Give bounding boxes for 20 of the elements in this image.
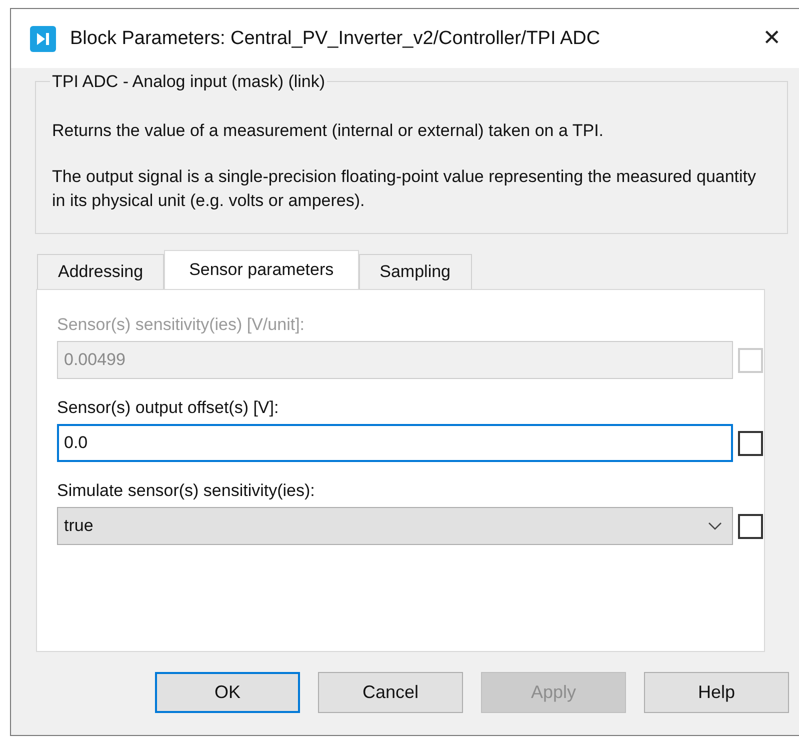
tab[interactable]: Addressing	[37, 254, 164, 289]
chevron-down-icon	[708, 522, 722, 530]
description-text: The output signal is a single-precision floating-point value representing the measured quantity in its physical unit (e.g. volts or amperes).	[52, 166, 758, 212]
dialog-button[interactable]: OK	[155, 672, 300, 713]
parameter-label: Sensor(s) output offset(s) [V]:	[57, 397, 280, 419]
close-button[interactable]: ✕	[756, 26, 787, 51]
parameter-label: Simulate sensor(s) sensitivity(ies):	[57, 480, 316, 502]
checkbox[interactable]	[738, 430, 763, 456]
dialog-button[interactable]: Help	[644, 672, 789, 713]
group-title: TPI ADC - Analog input (mask) (link)	[50, 72, 328, 92]
description-text: Returns the value of a measurement (internal or external) taken on a TPI.	[52, 120, 605, 142]
app-icon	[30, 26, 56, 52]
window-title: Block Parameters: Central_PV_Inverter_v2/Controller/TPI ADC	[70, 28, 602, 50]
checkbox[interactable]	[738, 514, 763, 538]
dialog-button[interactable]: Cancel	[318, 672, 463, 713]
input-field[interactable]: 0.0	[57, 424, 733, 462]
tab[interactable]: Sampling	[358, 254, 472, 289]
tab[interactable]: Sensor parameters	[164, 250, 359, 289]
parameter-label: Sensor(s) sensitivity(ies) [V/unit]:	[57, 314, 306, 336]
dropdown[interactable]: true	[57, 507, 733, 545]
